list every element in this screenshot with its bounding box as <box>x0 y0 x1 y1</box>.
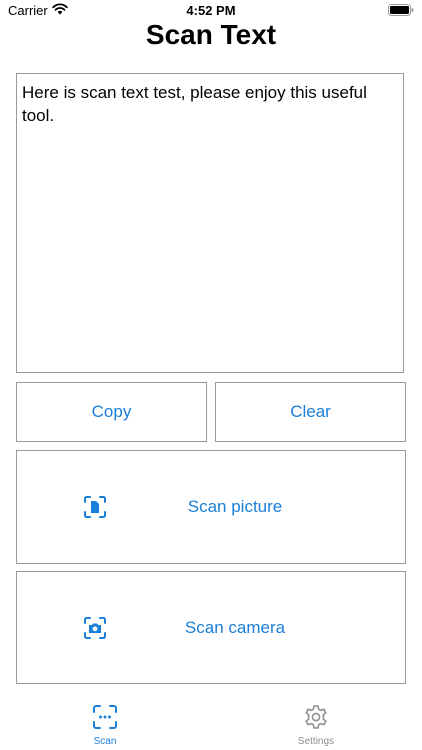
clear-button-label: Clear <box>290 402 331 421</box>
scan-camera-label: Scan camera <box>184 617 286 637</box>
copy-button[interactable]: Copy <box>16 382 207 442</box>
scan-picture-button[interactable]: Scan picture <box>16 450 406 564</box>
gear-icon <box>305 705 327 729</box>
tab-settings[interactable]: Settings <box>266 690 366 750</box>
tab-scan-label: Scan <box>93 736 117 747</box>
app-screen: Carrier 4:52 PM Scan Text Here is scan t… <box>0 0 422 750</box>
tab-scan[interactable]: Scan <box>55 690 155 750</box>
copy-button-label: Copy <box>91 402 132 421</box>
tab-bar: Scan Settings <box>0 690 422 750</box>
scan-camera-button[interactable]: Scan camera <box>16 571 406 684</box>
scanned-text-area[interactable]: Here is scan text test, please enjoy thi… <box>16 73 404 373</box>
scan-viewfinder-icon <box>93 705 117 729</box>
scan-picture-label: Scan picture <box>187 497 283 516</box>
tab-settings-label: Settings <box>297 736 335 747</box>
page-title: Scan Text <box>145 19 277 50</box>
clock-time: 4:52 PM <box>186 3 236 18</box>
battery-icon <box>388 4 414 16</box>
clear-button[interactable]: Clear <box>215 382 406 442</box>
